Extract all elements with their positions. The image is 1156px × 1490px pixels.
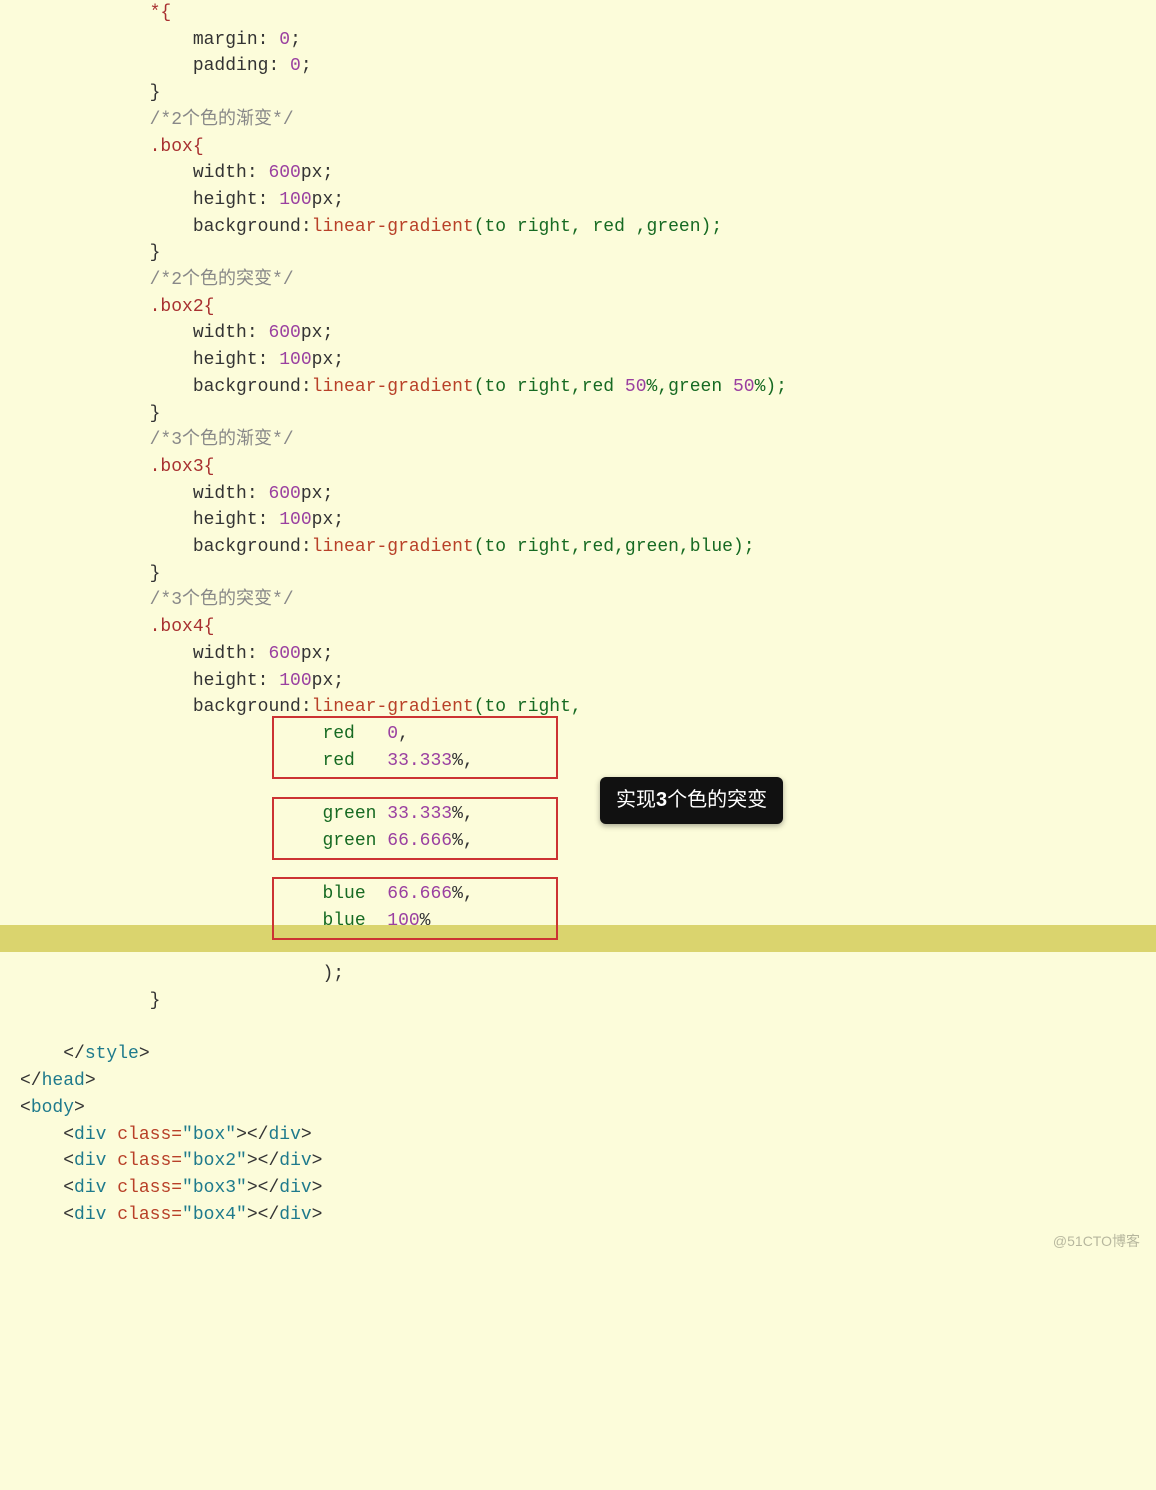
annotation-callout: 实现3个色的突变 [600,777,783,824]
code-text: *{ margin: 0; padding: 0; } /*2个色的渐变*/ .… [0,0,1156,1228]
highlight-box-red-2 [272,797,558,860]
highlight-box-red-1 [272,716,558,779]
code-block: *{ margin: 0; padding: 0; } /*2个色的渐变*/ .… [0,0,1156,1268]
watermark: @51CTO博客 [1053,1228,1140,1255]
highlight-box-red-3 [272,877,558,940]
